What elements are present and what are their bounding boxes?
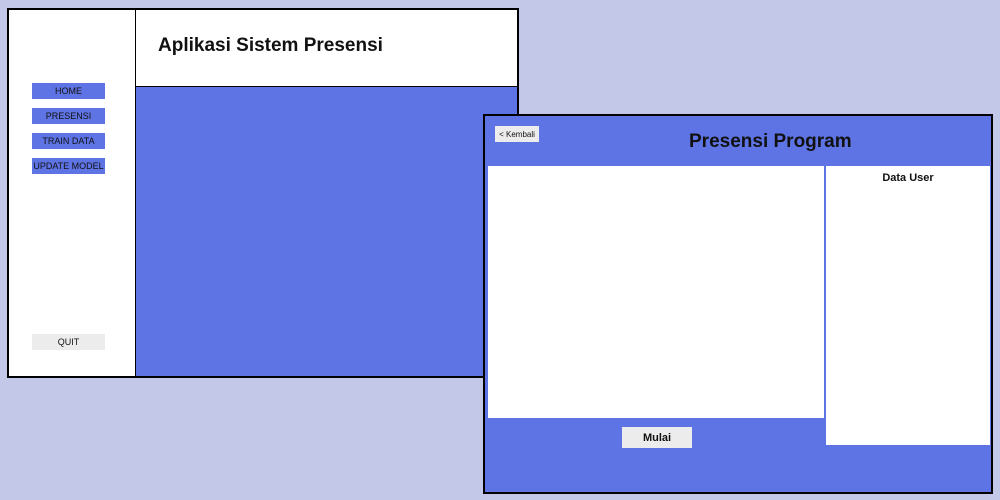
main-content-area [136,87,517,376]
home-button[interactable]: HOME [32,83,105,99]
program-title: Presensi Program [689,131,852,152]
desktop: HOME PRESENSI TRAIN DATA UPDATE MODEL QU… [0,0,1000,500]
back-button[interactable]: < Kembali [495,126,539,142]
camera-view [488,166,824,418]
app-title: Aplikasi Sistem Presensi [158,35,383,56]
main-window: HOME PRESENSI TRAIN DATA UPDATE MODEL QU… [7,8,519,378]
user-data-panel: Data User [826,166,990,445]
user-panel-title: Data User [882,172,934,184]
start-button[interactable]: Mulai [622,427,692,448]
sidebar: HOME PRESENSI TRAIN DATA UPDATE MODEL QU… [9,10,136,376]
update-model-button[interactable]: UPDATE MODEL [32,158,105,174]
train-data-button[interactable]: TRAIN DATA [32,133,105,149]
presensi-button[interactable]: PRESENSI [32,108,105,124]
presensi-window: < Kembali Presensi Program Data User Mul… [483,114,993,494]
quit-button[interactable]: QUIT [32,334,105,350]
main-header: Aplikasi Sistem Presensi [136,10,517,87]
